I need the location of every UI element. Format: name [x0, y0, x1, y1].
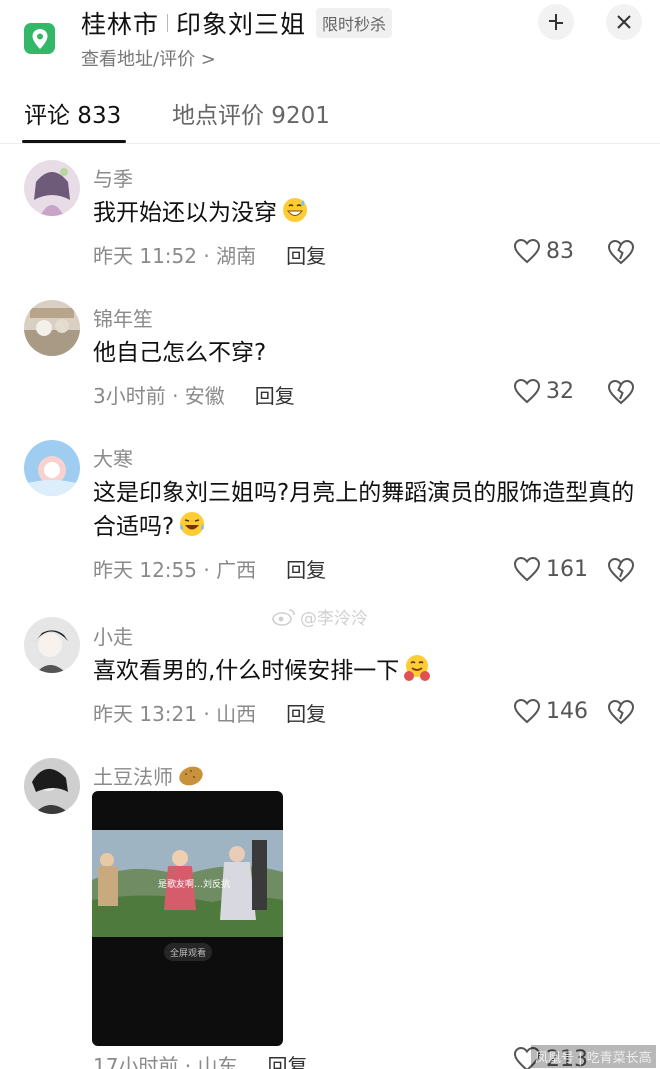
- heart-icon: [513, 238, 541, 264]
- like-count: 32: [546, 378, 574, 404]
- like-button[interactable]: 83: [513, 238, 574, 264]
- video-subtitle: 是歌友啊…刘反抗: [158, 880, 231, 890]
- source-watermark: 凤凰号 | 吃青菜长高: [531, 1045, 656, 1068]
- fullscreen-button[interactable]: 全屏观看: [164, 943, 212, 961]
- hugging-emoji-icon: [403, 654, 431, 692]
- comment-text: 他自己怎么不穿?: [93, 340, 267, 366]
- heart-icon: [513, 556, 541, 582]
- grin-sweat-emoji-icon: [281, 196, 309, 234]
- comment-meta: 昨天 13:21 · 山西 回复: [93, 698, 326, 727]
- reply-button[interactable]: 回复: [286, 240, 326, 269]
- broken-heart-icon: [607, 557, 635, 583]
- flash-sale-badge[interactable]: 限时秒杀: [316, 8, 393, 38]
- title-divider: [167, 14, 169, 32]
- broken-heart-icon: [607, 239, 635, 265]
- comment-meta: 3小时前 · 安徽 回复: [93, 380, 295, 409]
- weibo-watermark: @李泠泠: [272, 604, 368, 629]
- location-pin-icon[interactable]: [24, 23, 55, 54]
- comment-time-location: 昨天 12:55 · 广西: [93, 558, 257, 582]
- username[interactable]: 锦年笙: [93, 303, 153, 332]
- username[interactable]: 土豆法师: [93, 761, 205, 793]
- city-name: 桂林市: [81, 10, 160, 39]
- username[interactable]: 大寒: [93, 443, 133, 472]
- heart-icon: [513, 698, 541, 724]
- tab-bar: 评论 833 地点评价 9201: [0, 96, 660, 144]
- username-text: 土豆法师: [93, 765, 173, 789]
- comment-meta: 昨天 11:52 · 湖南 回复: [93, 240, 326, 269]
- minimize-button[interactable]: [538, 4, 574, 40]
- comment-meta: 17小时前 · 山东 回复: [93, 1050, 308, 1069]
- like-button[interactable]: 161: [513, 556, 588, 582]
- comment-body: 这是印象刘三姐吗?月亮上的舞蹈演员的服饰造型真的合适吗?: [93, 480, 635, 540]
- comment-body: 喜欢看男的,什么时候安排一下: [93, 658, 400, 684]
- comment-time-location: 17小时前 · 山东: [93, 1054, 238, 1069]
- comment-text: 喜欢看男的,什么时候安排一下: [93, 654, 638, 692]
- dislike-button[interactable]: [607, 699, 635, 729]
- like-button[interactable]: 32: [513, 378, 574, 404]
- close-button[interactable]: [606, 4, 642, 40]
- like-count: 161: [546, 556, 588, 582]
- avatar[interactable]: [24, 758, 80, 814]
- comment-meta: 昨天 12:55 · 广西 回复: [93, 554, 326, 583]
- video-thumbnail[interactable]: 是歌友啊…刘反抗 全屏观看: [92, 791, 283, 1046]
- tab-comments[interactable]: 评论 833: [24, 96, 121, 130]
- tears-of-joy-emoji-icon: [178, 510, 206, 548]
- like-button[interactable]: 146: [513, 698, 588, 724]
- active-tab-indicator: [22, 140, 126, 143]
- username[interactable]: 与季: [93, 163, 133, 192]
- fullscreen-label: 全屏观看: [169, 948, 206, 959]
- dislike-button[interactable]: [607, 239, 635, 269]
- view-address-link[interactable]: 查看地址/评价 >: [81, 45, 216, 71]
- minimize-icon: [549, 14, 563, 30]
- comment-body: 我开始还以为没穿: [93, 200, 277, 226]
- comment-time-location: 昨天 11:52 · 湖南: [93, 244, 257, 268]
- comment-text: 我开始还以为没穿: [93, 196, 638, 234]
- tab-place-reviews[interactable]: 地点评价 9201: [172, 96, 330, 130]
- like-count: 83: [546, 238, 574, 264]
- comment-text: 这是印象刘三姐吗?月亮上的舞蹈演员的服饰造型真的合适吗?: [93, 476, 638, 548]
- heart-icon: [513, 378, 541, 404]
- avatar[interactable]: [24, 300, 80, 356]
- reply-button[interactable]: 回复: [286, 698, 326, 727]
- comment-time-location: 昨天 13:21 · 山西: [93, 702, 257, 726]
- header-bar: 桂林市 印象刘三姐 限时秒杀 查看地址/评价 >: [0, 0, 660, 80]
- username[interactable]: 小走: [93, 621, 133, 650]
- close-icon: [617, 15, 631, 29]
- place-title[interactable]: 桂林市 印象刘三姐 限时秒杀: [81, 6, 393, 40]
- avatar[interactable]: [24, 440, 80, 496]
- potato-emoji-icon: [177, 764, 205, 793]
- avatar[interactable]: [24, 160, 80, 216]
- like-count: 146: [546, 698, 588, 724]
- broken-heart-icon: [607, 379, 635, 405]
- reply-button[interactable]: 回复: [255, 380, 295, 409]
- reply-button[interactable]: 回复: [268, 1050, 308, 1069]
- weibo-logo-icon: [272, 608, 295, 626]
- broken-heart-icon: [607, 699, 635, 725]
- dislike-button[interactable]: [607, 557, 635, 587]
- reply-button[interactable]: 回复: [286, 554, 326, 583]
- watermark-text: @李泠泠: [300, 609, 368, 629]
- dislike-button[interactable]: [607, 379, 635, 409]
- place-name: 印象刘三姐: [176, 10, 307, 39]
- avatar[interactable]: [24, 617, 80, 673]
- comment-time-location: 3小时前 · 安徽: [93, 384, 225, 408]
